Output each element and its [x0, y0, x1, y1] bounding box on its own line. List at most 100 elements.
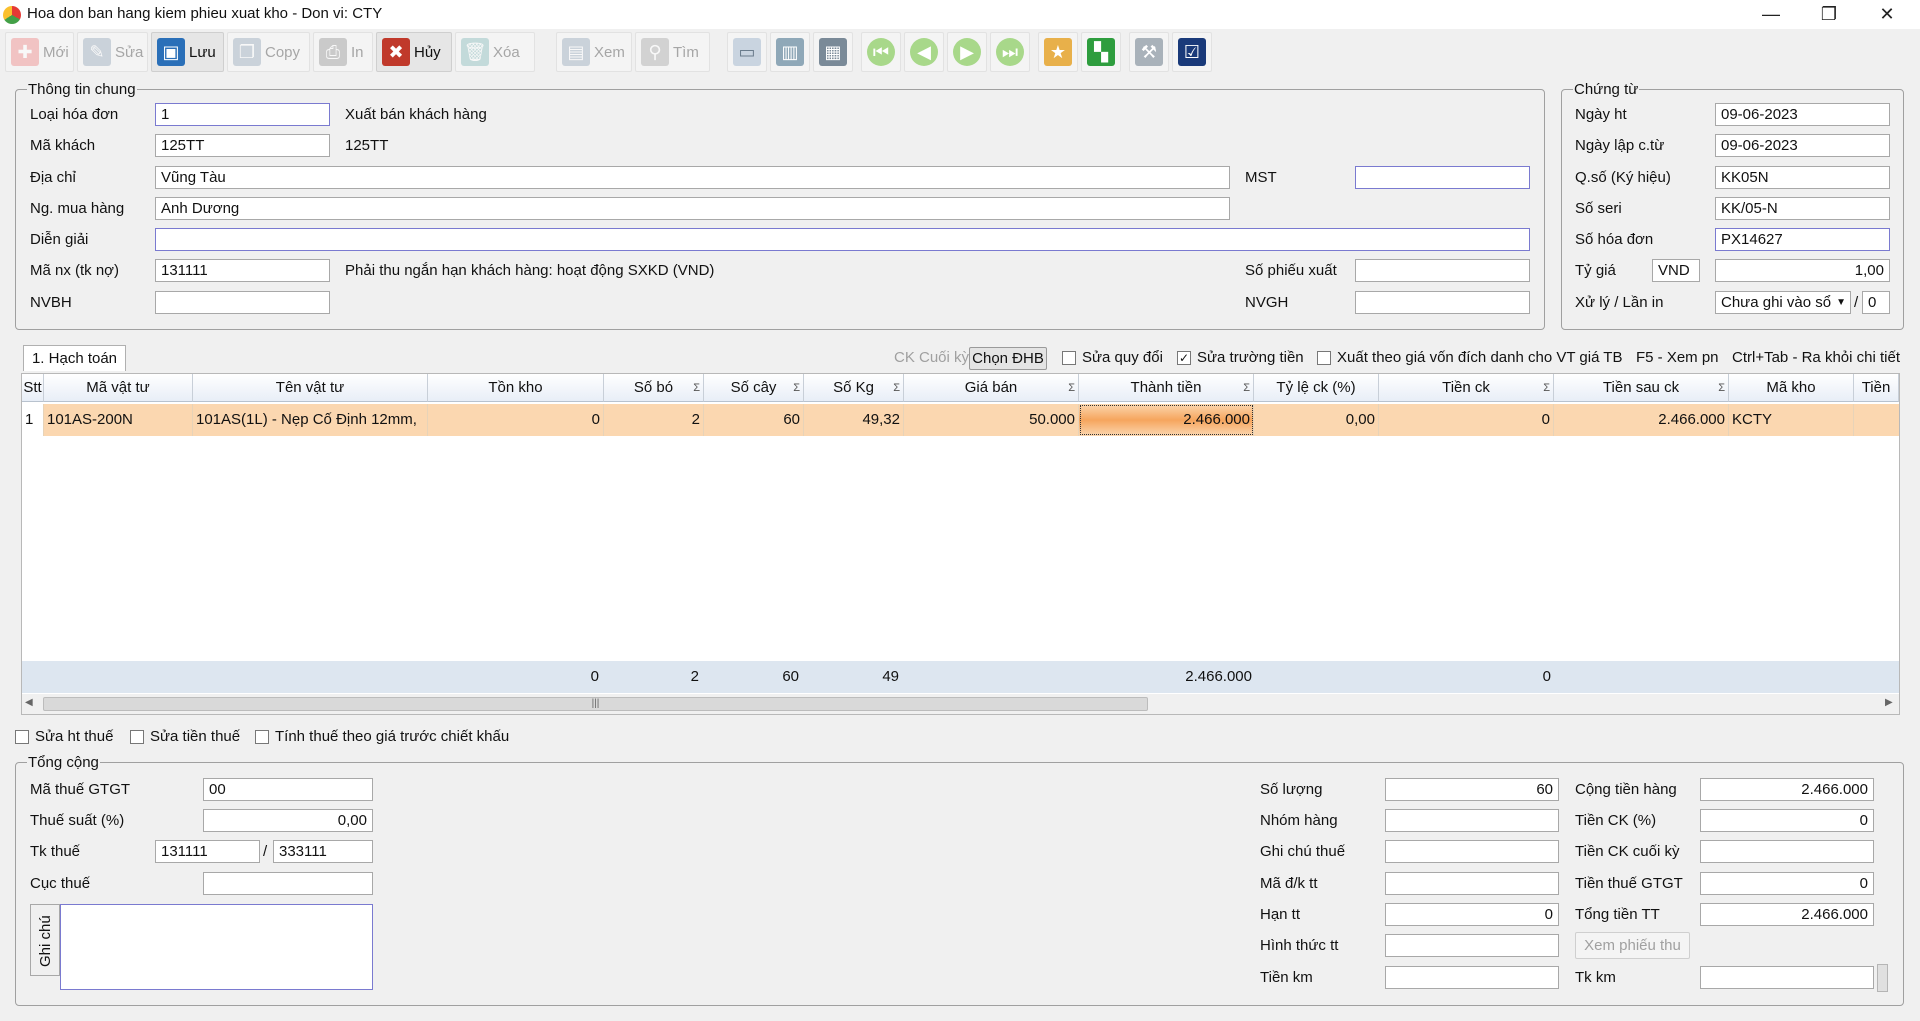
new-button[interactable]: ✚ Mới: [5, 32, 74, 72]
cell-bundles[interactable]: 2: [604, 404, 704, 436]
serial-input[interactable]: KK/05-N: [1715, 197, 1890, 220]
close-button[interactable]: ✕: [1858, 0, 1916, 29]
tax-code-input[interactable]: [1355, 166, 1530, 189]
end-discount-input[interactable]: [1700, 840, 1874, 863]
tax-account-credit-input[interactable]: 333111: [273, 840, 373, 863]
quantity-input[interactable]: 60: [1385, 778, 1559, 801]
ck-end-period-button[interactable]: CK Cuối kỳ: [894, 347, 969, 370]
salesperson-input[interactable]: [155, 291, 330, 314]
cell-stt[interactable]: 1: [22, 404, 44, 436]
exchange-rate-input[interactable]: 1,00: [1715, 259, 1890, 282]
col-header-stt[interactable]: Stt: [22, 374, 44, 402]
find-button[interactable]: ⚲ Tìm: [635, 32, 710, 72]
vat-amount-input[interactable]: 0: [1700, 872, 1874, 895]
edit-button[interactable]: ✎ Sửa: [77, 32, 148, 72]
print-button[interactable]: ⎙ In: [313, 32, 373, 72]
prev-record-button[interactable]: ◀: [904, 32, 944, 72]
vat-code-input[interactable]: 00: [203, 778, 373, 801]
customer-code-input[interactable]: 125TT: [155, 134, 330, 157]
attach-button[interactable]: ▥: [770, 32, 810, 72]
tax-before-discount-checkbox[interactable]: [255, 730, 269, 744]
grand-total-input[interactable]: 2.466.000: [1700, 903, 1874, 926]
col-header-discount-pct[interactable]: Tỷ lệ ck (%): [1254, 374, 1379, 402]
calculator-button[interactable]: ▦: [813, 32, 853, 72]
choose-order-button[interactable]: Chọn ĐHB: [969, 347, 1047, 370]
col-header-item-code[interactable]: Mã vật tư: [44, 374, 193, 402]
deliverer-input[interactable]: [1355, 291, 1530, 314]
print-count-input[interactable]: 0: [1862, 291, 1890, 314]
col-header-amount[interactable]: Thành tiền Σ: [1079, 374, 1254, 402]
tab-hach-toan[interactable]: 1. Hạch toán: [23, 345, 126, 371]
first-record-button[interactable]: ⏮: [861, 32, 901, 72]
cell-item-name[interactable]: 101AS(1L) - Nẹp Cố Định 12mm,: [193, 404, 428, 436]
cell-amount[interactable]: 2.466.000: [1079, 404, 1254, 436]
note-textarea[interactable]: [60, 904, 373, 990]
cancel-button[interactable]: ✖ Hủy: [376, 32, 452, 72]
col-header-warehouse[interactable]: Mã kho: [1729, 374, 1854, 402]
export-slip-input[interactable]: [1355, 259, 1530, 282]
promo-account-input[interactable]: [1700, 966, 1874, 989]
cell-discount[interactable]: 0: [1379, 404, 1554, 436]
posting-date-input[interactable]: 09-06-2023: [1715, 103, 1890, 126]
export-excel-button[interactable]: ▚: [1081, 32, 1121, 72]
tax-office-input[interactable]: [203, 872, 373, 895]
payment-method-input[interactable]: [1385, 934, 1559, 957]
cell-bars[interactable]: 60: [704, 404, 804, 436]
promo-amount-input[interactable]: [1385, 966, 1559, 989]
col-header-stock[interactable]: Tồn kho: [428, 374, 604, 402]
delete-button[interactable]: 🗑 Xóa: [455, 32, 535, 72]
cell-after-discount[interactable]: 2.466.000: [1554, 404, 1729, 436]
save-button[interactable]: ▣ Lưu: [151, 32, 224, 72]
edit-tax-amount-checkbox[interactable]: [130, 730, 144, 744]
tools-button[interactable]: ⚒: [1129, 32, 1169, 72]
cell-warehouse[interactable]: KCTY: [1729, 404, 1854, 436]
cell-kg[interactable]: 49,32: [804, 404, 904, 436]
cell-stock[interactable]: 0: [428, 404, 604, 436]
scroll-left-icon[interactable]: ◀: [25, 697, 33, 708]
col-header-price[interactable]: Giá bán Σ: [904, 374, 1079, 402]
restore-button[interactable]: ❐: [1800, 0, 1858, 29]
minimize-button[interactable]: —: [1742, 0, 1800, 29]
edit-tax-account-checkbox[interactable]: [15, 730, 29, 744]
book-symbol-input[interactable]: KK05N: [1715, 166, 1890, 189]
col-header-bars[interactable]: Số cây Σ: [704, 374, 804, 402]
debit-account-input[interactable]: 131111: [155, 259, 330, 282]
col-header-kg[interactable]: Số Kg Σ: [804, 374, 904, 402]
edit-amount-checkbox[interactable]: ✓: [1177, 351, 1191, 365]
address-input[interactable]: Vũng Tàu: [155, 166, 1230, 189]
favorite-button[interactable]: ★: [1038, 32, 1078, 72]
goods-total-input[interactable]: 2.466.000: [1700, 778, 1874, 801]
process-select[interactable]: Chưa ghi vào sổ ▼: [1715, 291, 1851, 314]
next-record-button[interactable]: ▶: [947, 32, 987, 72]
cell-item-code[interactable]: 101AS-200N: [44, 404, 193, 436]
due-days-input[interactable]: 0: [1385, 903, 1559, 926]
col-header-more[interactable]: Tiền: [1854, 374, 1899, 402]
buyer-input[interactable]: Anh Dương: [155, 197, 1230, 220]
horizontal-scrollbar[interactable]: ◀ ||| ▶: [22, 694, 1899, 714]
tax-note-input[interactable]: [1385, 840, 1559, 863]
col-header-item-name[interactable]: Tên vật tư: [193, 374, 428, 402]
payment-terms-input[interactable]: [1385, 872, 1559, 895]
view-button[interactable]: ▤ Xem: [556, 32, 632, 72]
last-record-button[interactable]: ⏭: [990, 32, 1030, 72]
invoice-number-input[interactable]: PX14627: [1715, 228, 1890, 251]
discount-pct-input[interactable]: 0: [1700, 809, 1874, 832]
col-header-bundles[interactable]: Số bó Σ: [604, 374, 704, 402]
voucher-date-input[interactable]: 09-06-2023: [1715, 134, 1890, 157]
view-receipt-button[interactable]: Xem phiếu thu: [1575, 932, 1690, 959]
tax-account-debit-input[interactable]: 131111: [155, 840, 260, 863]
cell-discount-pct[interactable]: 0,00: [1254, 404, 1379, 436]
col-header-after-discount[interactable]: Tiền sau ck Σ: [1554, 374, 1729, 402]
product-group-input[interactable]: [1385, 809, 1559, 832]
col-header-discount[interactable]: Tiền ck Σ: [1379, 374, 1554, 402]
copy-button[interactable]: ❐ Copy: [227, 32, 310, 72]
confirm-button[interactable]: ☑: [1172, 32, 1212, 72]
scroll-right-icon[interactable]: ▶: [1885, 697, 1893, 708]
scroll-thumb[interactable]: |||: [43, 697, 1148, 711]
description-input[interactable]: [155, 228, 1530, 251]
invoice-type-input[interactable]: 1: [155, 103, 330, 126]
vat-rate-input[interactable]: 0,00: [203, 809, 373, 832]
open-folder-button[interactable]: ▭: [727, 32, 767, 72]
currency-input[interactable]: VND: [1652, 259, 1700, 282]
cell-price[interactable]: 50.000: [904, 404, 1079, 436]
